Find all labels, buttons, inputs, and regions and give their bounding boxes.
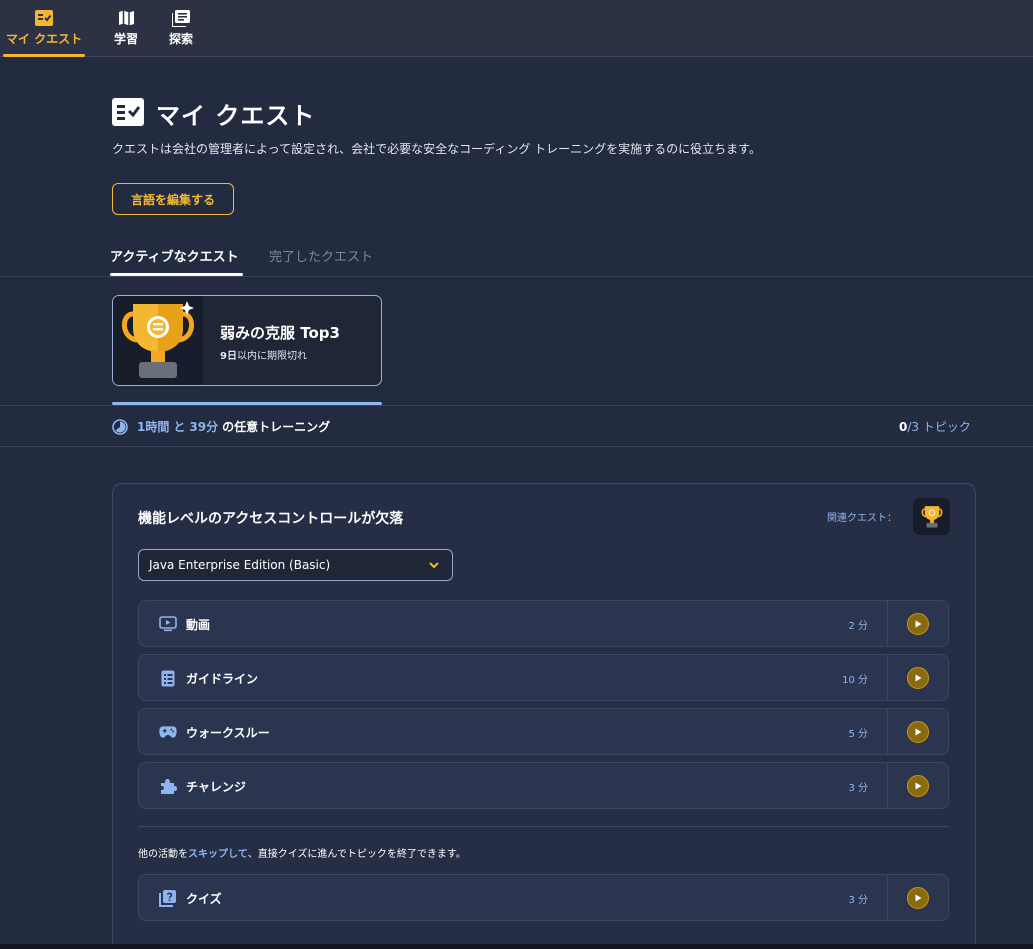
guideline-icon (159, 669, 177, 687)
quest-expiry-suffix: 以内に期限切れ (236, 351, 307, 362)
play-button[interactable] (907, 887, 929, 909)
topic-panel: 機能レベルのアクセスコントロールが欠落 関連クエスト： Java Enterpr… (112, 483, 976, 949)
activity-quiz[interactable]: クイズ 3 分 (138, 874, 949, 921)
nav-item-label: 探索 (168, 32, 193, 46)
quest-expiry: 9日以内に期限切れ (220, 347, 307, 362)
activity-challenge[interactable]: チャレンジ 3 分 (138, 762, 949, 809)
training-summary: 1時間 と 39分 の任意トレーニング (112, 418, 330, 435)
activity-duration: 2 分 (848, 621, 868, 632)
library-icon (172, 9, 190, 27)
tabs-divider (0, 276, 1033, 277)
related-quest-label: 関連クエスト： (827, 513, 897, 524)
quiz-icon (159, 889, 177, 907)
activity-duration: 5 分 (848, 729, 868, 740)
play-icon (915, 782, 922, 790)
quest-expiry-days: 9日 (220, 351, 237, 362)
skip-note: 他の活動をスキップして、直接クイズに進んでトピックを終了できます。 (138, 845, 466, 860)
nav-item-explore[interactable]: 探索 (163, 0, 199, 57)
activity-label: 動画 (186, 618, 211, 632)
activity-label: チャレンジ (186, 780, 246, 794)
nav-item-label: マイ クエスト (5, 32, 83, 46)
training-hours: 1時間 (137, 420, 170, 434)
activity-label: クイズ (186, 892, 222, 906)
video-icon (159, 615, 177, 633)
activity-label: ウォークスルー (186, 726, 270, 740)
activity-separator (887, 875, 888, 920)
tab-active-quests[interactable]: アクティブなクエスト (110, 246, 243, 276)
map-icon (118, 9, 135, 27)
clock-icon (112, 418, 128, 435)
topic-progress-count: 0/3 トピック (899, 418, 971, 435)
skip-prefix: 他の活動を (138, 849, 188, 860)
top-navigation: マイ クエスト 学習 探索 (0, 0, 1033, 57)
gamepad-icon (159, 723, 177, 741)
quest-card[interactable]: 弱みの克服 Top3 9日以内に期限切れ (112, 295, 382, 386)
play-button[interactable] (907, 721, 929, 743)
language-select-value: Java Enterprise Edition (Basic) (149, 558, 331, 572)
chevron-down-icon (428, 559, 440, 574)
training-minutes: 39分 (189, 420, 219, 434)
page-description: クエストは会社の管理者によって設定され、会社で必要な安全なコーディング トレーニ… (112, 142, 761, 156)
skip-suffix: 、直接クイズに進んでトピックを終了できます。 (247, 849, 466, 860)
nav-item-learn[interactable]: 学習 (108, 0, 144, 57)
play-icon (915, 728, 922, 736)
related-quest-trophy[interactable] (913, 498, 950, 535)
play-button[interactable] (907, 775, 929, 797)
topics-total: /3 トピック (907, 420, 971, 434)
quest-trophy (113, 296, 203, 385)
activity-guideline[interactable]: ガイドライン 10 分 (138, 654, 949, 701)
activity-separator (887, 601, 888, 646)
play-icon (915, 620, 922, 628)
activity-separator (887, 709, 888, 754)
trophy-icon (920, 505, 943, 528)
edit-language-button[interactable]: 言語を編集する (112, 183, 234, 215)
page-header: マイ クエスト (112, 96, 315, 131)
activity-label: ガイドライン (186, 672, 259, 686)
activity-duration: 10 分 (842, 675, 868, 686)
quest-divider (0, 405, 1033, 406)
training-and: と (173, 420, 186, 434)
activity-walkthrough[interactable]: ウォークスルー 5 分 (138, 708, 949, 755)
play-icon (915, 894, 922, 902)
activity-separator (887, 763, 888, 808)
activity-duration: 3 分 (848, 783, 868, 794)
tab-completed-quests[interactable]: 完了したクエスト (269, 246, 373, 265)
topic-title: 機能レベルのアクセスコントロールが欠落 (138, 511, 404, 527)
quest-title: 弱みの克服 Top3 (220, 324, 340, 342)
nav-item-label: 学習 (113, 32, 138, 46)
bottom-edge (0, 944, 1033, 949)
skip-link[interactable]: スキップして (188, 849, 248, 860)
play-button[interactable] (907, 667, 929, 689)
language-select[interactable]: Java Enterprise Edition (Basic) (138, 549, 453, 581)
nav-item-my-quests[interactable]: マイ クエスト (3, 0, 85, 57)
activity-duration: 3 分 (848, 895, 868, 906)
trophy-icon (122, 301, 194, 378)
page-title: マイ クエスト (156, 102, 316, 130)
activity-video[interactable]: 動画 2 分 (138, 600, 949, 647)
summary-divider (0, 446, 1033, 447)
play-button[interactable] (907, 613, 929, 635)
play-icon (915, 674, 922, 682)
training-suffix: の任意トレーニング (222, 420, 331, 434)
activity-separator (887, 655, 888, 700)
quest-checklist-icon (112, 97, 144, 130)
puzzle-icon (159, 777, 177, 795)
quest-checklist-icon (35, 9, 53, 27)
panel-divider (138, 826, 949, 827)
